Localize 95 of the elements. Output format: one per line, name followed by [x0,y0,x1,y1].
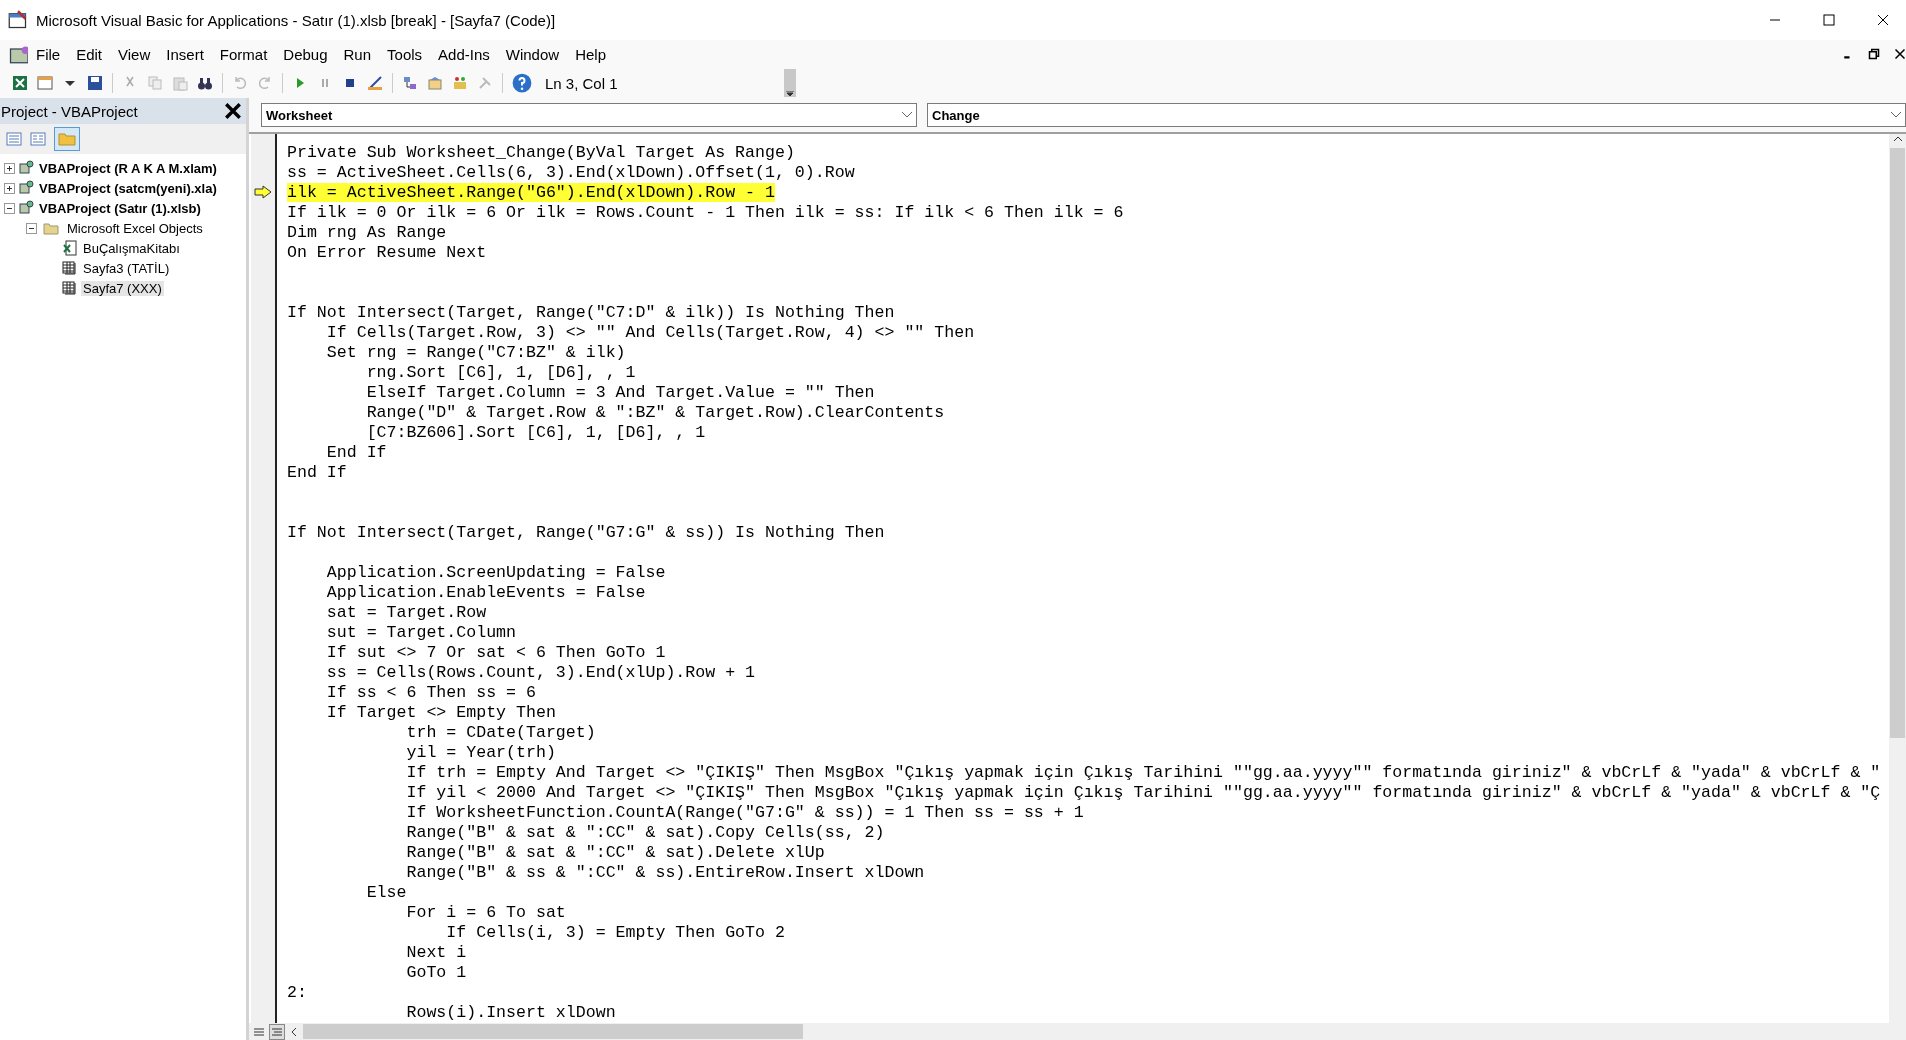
toggle-folders-button[interactable] [54,127,80,151]
code-line: End If [325,442,387,462]
chevron-up-icon[interactable] [1891,134,1904,144]
code-line: If Not Intersect(Target, Range("G7:G" & ss)) Is Nothing Then [287,522,885,542]
worksheet-icon [62,260,78,276]
code-line: If yil < 2000 And Target <> "ÇIKIŞ" Then MsgBox "Çıkış yapmak için Çıkış Tarihini ""gg.aa.yyyy"" formatında giriniz" & vbCrLf & "yada" & vbCrLf & "Ç [405,782,1881,802]
properties-icon[interactable] [427,75,443,91]
project-icon [18,160,34,176]
folder-icon [40,220,62,236]
design-mode-icon[interactable] [367,75,383,91]
chevron-down-icon[interactable] [902,112,912,118]
vertical-scrollbar[interactable] [1889,134,1906,1023]
project-icon [18,180,34,196]
collapse-icon[interactable] [4,202,15,214]
close-icon[interactable] [1894,48,1906,60]
code-line: If ss < 6 Then ss = 6 [325,682,536,702]
toolbar-grip[interactable] [784,69,796,97]
workbook-icon [62,240,78,256]
chevron-down-icon[interactable] [1891,112,1901,118]
expand-icon[interactable] [4,162,15,174]
worksheet-icon [62,280,78,296]
code-line: Else [365,882,407,902]
horizontal-scrollbar[interactable] [249,1023,1906,1040]
code-line: Range("B" & ss & ":CC" & ss).EntireRow.Insert xlDown [405,862,925,882]
code-line: yil = Year(trh) [405,742,556,762]
menu-item[interactable]: Edit [68,45,111,63]
code-line: GoTo 1 [405,962,467,982]
code-line: For i = 6 To sat [405,902,566,922]
tree-item[interactable]: Sayfa7 (XXX) [81,280,164,296]
code-line: Application.EnableEvents = False [325,582,646,602]
procedure-dropdown[interactable]: Change [927,103,1906,127]
menu-item[interactable]: View [110,45,159,63]
code-line: Dim rng As Range [287,222,447,242]
tree-item[interactable]: BuÇalışmaKitabı [81,240,182,256]
code-line: If ilk = 0 Or ilk = 6 Or ilk = Rows.Count - 1 Then ilk = ss: If ilk < 6 Then ilk = 6 [287,202,1124,222]
tree-item[interactable]: VBAProject (R A K A M.xlam) [37,160,219,176]
code-line: 2: [287,982,307,1002]
code-line: Range("D" & Target.Row & ":BZ" & Target.Row).ClearContents [365,402,945,422]
caret-icon[interactable] [786,91,794,97]
object-dropdown[interactable]: Worksheet [261,103,917,127]
code-line: ss = Cells(Rows.Count, 3).End(xlUp).Row + 1 [325,662,756,682]
code-line: Application.ScreenUpdating = False [325,562,666,582]
code-line: If Target <> Empty Then [325,702,556,722]
code-line: ss = ActiveSheet.Cells(6, 3).End(xlDown).Offset(1, 0).Row [287,162,855,182]
code-line: rng.Sort [C6], 1, [D6], , 1 [365,362,636,382]
collapse-icon[interactable] [26,222,37,234]
cursor-position: Ln 3, Col 1 [545,74,619,92]
toolbox-icon[interactable] [452,75,468,91]
menu-item[interactable]: Debug [275,45,336,63]
code-line: On Error Resume Next [287,242,487,262]
tree-item[interactable]: VBAProject (Satır (1).xlsb) [37,200,203,216]
save-icon[interactable] [87,75,103,91]
code-line: If Not Intersect(Target, Range("C7:D" & ilk)) Is Nothing Then [287,302,895,322]
expand-icon[interactable] [4,182,15,194]
code-line: If WorksheetFunction.CountA(Range("G7:G" & ss)) = 1 Then ss = ss + 1 [405,802,1084,822]
menu-item[interactable]: Format [211,45,276,63]
code-line: sut = Target.Column [325,622,517,642]
code-line: sat = Target.Row [325,602,487,622]
close-icon[interactable] [1877,14,1889,26]
code-line: Next i [405,942,467,962]
menu-item[interactable]: Add-Ins [430,45,498,63]
code-line: Rows(i).Insert xlDown [405,1002,616,1022]
maximize-icon[interactable] [1823,14,1835,26]
code-line: If sut <> 7 Or sat < 6 Then GoTo 1 [325,642,666,662]
menu-item[interactable]: Insert [158,45,212,63]
window-title: Microsoft Visual Basic for Applications - Satır (1).xlsb [break] - [Sayfa7 (Code)] [36,11,557,29]
menu-item[interactable]: Run [335,45,380,63]
code-line: Private Sub Worksheet_Change(ByVal Target As Range) [287,142,795,162]
code-line: If Cells(Target.Row, 3) <> "" And Cells(Target.Row, 4) <> "" Then [325,322,975,342]
vba-icon[interactable] [8,44,28,64]
code-line: Set rng = Range("C7:BZ" & ilk) [325,342,626,362]
excel-icon[interactable] [12,75,28,91]
restore-icon[interactable] [1868,48,1880,60]
pane-title: Project - VBAProject [1,102,139,120]
tree-item[interactable]: Sayfa3 (TATİL) [81,260,172,276]
project-icon [18,200,34,216]
code-line: ElseIf Target.Column = 3 And Target.Value = "" Then [365,382,875,402]
code-line: [C7:BZ606].Sort [C6], 1, [D6], , 1 [365,422,706,442]
help-icon[interactable] [512,73,532,93]
app-icon [8,10,28,30]
code-line: Range("B" & sat & ":CC" & sat).Copy Cells(ss, 2) [405,822,885,842]
menu-item[interactable]: File [28,45,69,63]
binoculars-icon[interactable] [197,75,213,91]
code-line: End If [287,462,347,482]
code-line: Range("B" & sat & ":CC" & sat).Delete xlUp [405,842,825,862]
tree-item[interactable]: VBAProject (satcm(yeni).xla) [37,180,219,196]
menu-item[interactable]: Window [497,45,568,63]
tree-item[interactable]: Microsoft Excel Objects [65,220,205,236]
project-tree-icon[interactable] [402,75,418,91]
menu-item[interactable]: Help [567,45,614,63]
close-icon[interactable] [224,102,242,120]
menu-item[interactable]: Tools [379,45,431,63]
code-line: If trh = Empty And Target <> "ÇIKIŞ" Then MsgBox "Çıkış yapmak için Çıkış Tarihini ""gg.aa.yyyy"" formatında giriniz" & vbCrLf & "yada" & vbCrLf & " [405,762,1881,782]
code-line: trh = CDate(Target) [405,722,596,742]
code-line: If Cells(i, 3) = Empty Then GoTo 2 [445,922,785,942]
